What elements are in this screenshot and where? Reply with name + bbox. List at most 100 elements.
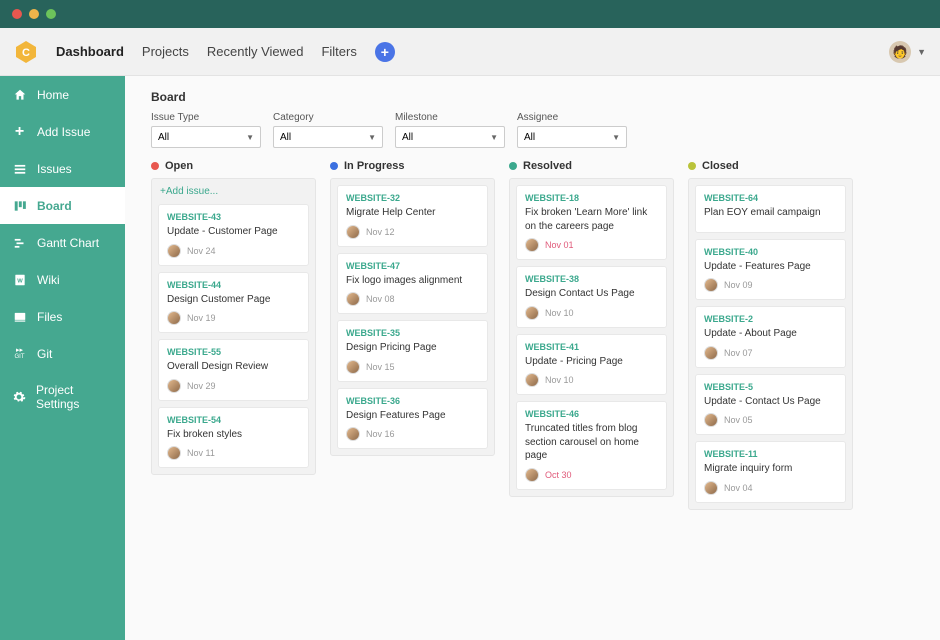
top-navbar: C Dashboard Projects Recently Viewed Fil… bbox=[0, 28, 940, 76]
issue-card[interactable]: WEBSITE-38Design Contact Us PageNov 10 bbox=[516, 266, 667, 328]
status-dot-icon bbox=[688, 162, 696, 170]
card-meta: Nov 24 bbox=[167, 244, 300, 258]
nav-filters[interactable]: Filters bbox=[321, 44, 356, 59]
assignee-avatar-icon bbox=[704, 413, 718, 427]
column-title: In Progress bbox=[344, 160, 405, 172]
card-title: Design Pricing Page bbox=[346, 341, 479, 355]
card-id: WEBSITE-36 bbox=[346, 396, 479, 406]
issue-card[interactable]: WEBSITE-43Update - Customer PageNov 24 bbox=[158, 204, 309, 266]
sidebar-item-label: Git bbox=[37, 347, 52, 361]
issue-card[interactable]: WEBSITE-18Fix broken 'Learn More' link o… bbox=[516, 185, 667, 260]
chevron-down-icon: ▼ bbox=[612, 133, 620, 142]
assignee-avatar-icon bbox=[525, 238, 539, 252]
card-meta: Nov 07 bbox=[704, 346, 837, 360]
nav-recently-viewed[interactable]: Recently Viewed bbox=[207, 44, 304, 59]
nav-dashboard[interactable]: Dashboard bbox=[56, 44, 124, 59]
filter-label: Issue Type bbox=[151, 112, 261, 123]
card-title: Migrate Help Center bbox=[346, 206, 479, 220]
sidebar-item-board[interactable]: Board bbox=[0, 187, 125, 224]
card-meta: Nov 08 bbox=[346, 292, 479, 306]
wiki-icon: W bbox=[12, 272, 27, 287]
filter-group: Category All▼ bbox=[273, 112, 383, 148]
issue-card[interactable]: WEBSITE-41Update - Pricing PageNov 10 bbox=[516, 334, 667, 396]
card-meta: Nov 16 bbox=[346, 427, 479, 441]
issue-card[interactable]: WEBSITE-35Design Pricing PageNov 15 bbox=[337, 320, 488, 382]
issue-card[interactable]: WEBSITE-46 Truncated titles from blog sec… bbox=[516, 401, 667, 490]
svg-text:W: W bbox=[17, 278, 23, 284]
issue-card[interactable]: WEBSITE-64Plan EOY email campaign bbox=[695, 185, 846, 233]
column-body: WEBSITE-18Fix broken 'Learn More' link o… bbox=[509, 178, 674, 497]
sidebar: Home + Add Issue Issues Board bbox=[0, 76, 125, 640]
filter-value: All bbox=[280, 132, 291, 143]
sidebar-item-settings[interactable]: Project Settings bbox=[0, 372, 125, 422]
assignee-avatar-icon bbox=[167, 379, 181, 393]
issue-card[interactable]: WEBSITE-47Fix logo images alignmentNov 0… bbox=[337, 253, 488, 315]
card-title: Update - Customer Page bbox=[167, 225, 300, 239]
card-meta: Nov 09 bbox=[704, 278, 837, 292]
add-button[interactable]: + bbox=[375, 42, 395, 62]
sidebar-item-label: Wiki bbox=[37, 273, 60, 287]
column-body: WEBSITE-32Migrate Help CenterNov 12WEBSI… bbox=[330, 178, 495, 456]
issue-card[interactable]: WEBSITE-55Overall Design ReviewNov 29 bbox=[158, 339, 309, 401]
column-body: +Add issue...WEBSITE-43Update - Customer… bbox=[151, 178, 316, 475]
sidebar-item-add-issue[interactable]: + Add Issue bbox=[0, 113, 125, 150]
issue-card[interactable]: WEBSITE-40Update - Features PageNov 09 bbox=[695, 239, 846, 301]
assignee-avatar-icon bbox=[346, 427, 360, 441]
filter-select[interactable]: All▼ bbox=[151, 126, 261, 148]
title-bar bbox=[0, 0, 940, 28]
filter-select[interactable]: All▼ bbox=[273, 126, 383, 148]
sidebar-item-gantt[interactable]: Gantt Chart bbox=[0, 224, 125, 261]
issue-card[interactable]: WEBSITE-11Migrate inquiry formNov 04 bbox=[695, 441, 846, 503]
filter-label: Milestone bbox=[395, 112, 505, 123]
column-header: In Progress bbox=[330, 160, 495, 172]
card-title: Fix broken styles bbox=[167, 428, 300, 442]
sidebar-item-git[interactable]: ▸▸GIT Git bbox=[0, 335, 125, 372]
card-title: Design Features Page bbox=[346, 409, 479, 423]
window-minimize-dot[interactable] bbox=[29, 9, 39, 19]
card-id: WEBSITE-35 bbox=[346, 328, 479, 338]
filter-select[interactable]: All▼ bbox=[395, 126, 505, 148]
card-id: WEBSITE-47 bbox=[346, 261, 479, 271]
card-due-date: Nov 01 bbox=[545, 240, 574, 250]
sidebar-item-home[interactable]: Home bbox=[0, 76, 125, 113]
card-title: Design Contact Us Page bbox=[525, 287, 658, 301]
assignee-avatar-icon bbox=[346, 292, 360, 306]
issue-card[interactable]: WEBSITE-2Update - About PageNov 07 bbox=[695, 306, 846, 368]
gear-icon bbox=[12, 390, 26, 405]
sidebar-item-wiki[interactable]: W Wiki bbox=[0, 261, 125, 298]
user-menu[interactable]: 🧑 ▼ bbox=[889, 41, 926, 63]
user-avatar-icon: 🧑 bbox=[889, 41, 911, 63]
sidebar-item-files[interactable]: Files bbox=[0, 298, 125, 335]
window-close-dot[interactable] bbox=[12, 9, 22, 19]
assignee-avatar-icon bbox=[704, 346, 718, 360]
window-maximize-dot[interactable] bbox=[46, 9, 56, 19]
card-id: WEBSITE-44 bbox=[167, 280, 300, 290]
issue-card[interactable]: WEBSITE-32Migrate Help CenterNov 12 bbox=[337, 185, 488, 247]
issue-card[interactable]: WEBSITE-44Design Customer PageNov 19 bbox=[158, 272, 309, 334]
card-title: Truncated titles from blog section carou… bbox=[525, 422, 658, 463]
card-due-date: Nov 10 bbox=[545, 308, 574, 318]
assignee-avatar-icon bbox=[525, 373, 539, 387]
files-icon bbox=[12, 309, 27, 324]
add-issue-link[interactable]: +Add issue... bbox=[158, 185, 309, 198]
assignee-avatar-icon bbox=[704, 481, 718, 495]
card-due-date: Nov 07 bbox=[724, 348, 753, 358]
filter-select[interactable]: All▼ bbox=[517, 126, 627, 148]
issue-card[interactable]: WEBSITE-54Fix broken stylesNov 11 bbox=[158, 407, 309, 469]
card-id: WEBSITE-5 bbox=[704, 382, 837, 392]
card-due-date: Nov 09 bbox=[724, 280, 753, 290]
nav-projects[interactable]: Projects bbox=[142, 44, 189, 59]
card-due-date: Nov 29 bbox=[187, 381, 216, 391]
issue-card[interactable]: WEBSITE-36 Design Features Page Nov 16 bbox=[337, 388, 488, 450]
svg-text:C: C bbox=[22, 47, 30, 59]
column-title: Open bbox=[165, 160, 193, 172]
card-id: WEBSITE-46 bbox=[525, 409, 658, 419]
issue-card[interactable]: WEBSITE-5Update - Contact Us PageNov 05 bbox=[695, 374, 846, 436]
filter-group: Milestone All▼ bbox=[395, 112, 505, 148]
card-meta: Nov 05 bbox=[704, 413, 837, 427]
status-dot-icon bbox=[330, 162, 338, 170]
sidebar-item-issues[interactable]: Issues bbox=[0, 150, 125, 187]
card-id: WEBSITE-54 bbox=[167, 415, 300, 425]
filter-label: Category bbox=[273, 112, 383, 123]
card-meta: Nov 19 bbox=[167, 311, 300, 325]
